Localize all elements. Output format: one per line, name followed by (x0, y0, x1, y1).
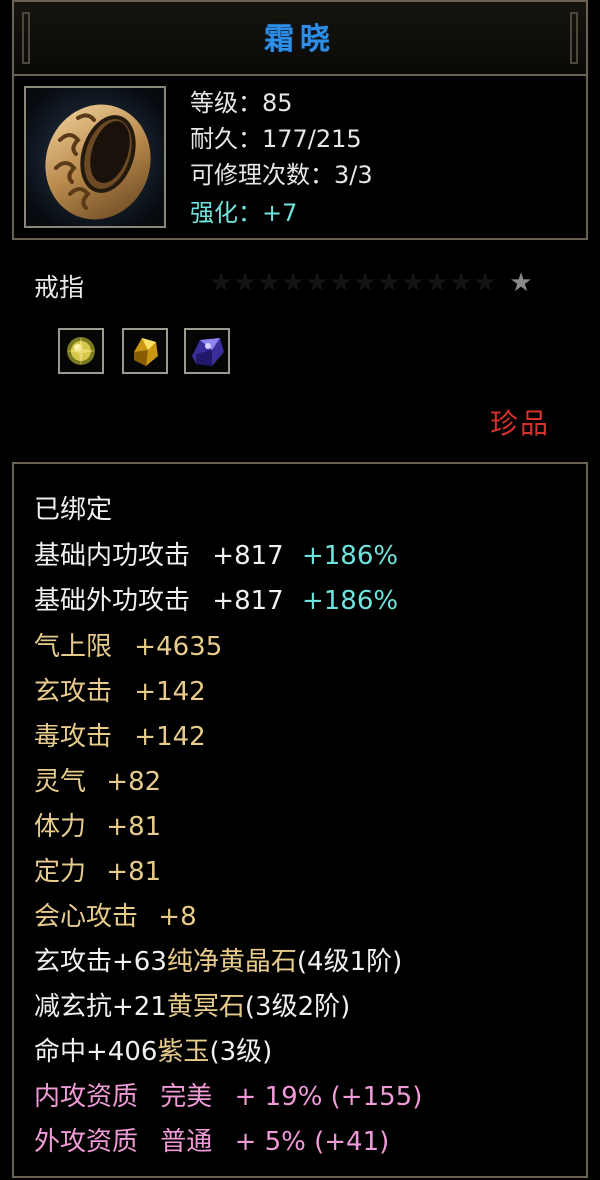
quality-label: 外攻资质 (34, 1127, 139, 1157)
star-icon: ★ (305, 268, 329, 298)
quality-bonus: + 19% (+155) (234, 1082, 423, 1112)
gem-effect-3: 命中+406紫玉(3级) (34, 1032, 272, 1072)
attr-label: 气上限 (34, 632, 113, 662)
item-level: 等级：85 (190, 89, 293, 117)
item-name: 霜晓 (264, 22, 336, 57)
star-icon: ★ (257, 268, 281, 298)
star-icon: ★ (209, 268, 233, 298)
ring-icon (26, 88, 164, 226)
attr-label: 玄攻击 (34, 677, 113, 707)
attr-percent: +186% (301, 541, 399, 571)
gem-level: (4级1阶) (296, 947, 403, 977)
attr-label: 会心攻击 (34, 902, 139, 932)
gem-effect: 玄攻击+63 (34, 947, 167, 977)
attr-value: +142 (134, 722, 206, 752)
attr-base-inner-attack: 基础内功攻击 +817 +186% (34, 536, 398, 576)
purple-gem-icon (192, 338, 224, 366)
star-icon: ★ (425, 268, 449, 298)
gem-effect: 减玄抗+21 (34, 992, 167, 1022)
attr-base-outer-attack: 基础外功攻击 +817 +186% (34, 581, 398, 621)
quality-grade: 普通 (160, 1127, 213, 1157)
gem-slot-1[interactable] (58, 328, 104, 374)
star-icon: ★ (449, 268, 473, 298)
gem-effect-1: 玄攻击+63纯净黄晶石(4级1阶) (34, 942, 402, 982)
attr-value: +81 (106, 857, 162, 887)
star-icon: ★ (473, 268, 497, 298)
item-durability: 耐久：177/215 (190, 125, 362, 153)
attr-label: 体力 (34, 812, 87, 842)
attr-poison-attack: 毒攻击 +142 (34, 717, 206, 757)
gem-name: 黄冥石 (166, 992, 245, 1022)
attr-value: +817 (212, 541, 284, 571)
star-icon-active: ★ (509, 268, 533, 298)
gem-effect: 命中+406 (34, 1037, 158, 1067)
attr-value: +142 (134, 677, 206, 707)
gem-slot-2[interactable] (122, 328, 168, 374)
gem-level: (3级) (209, 1037, 273, 1067)
attr-value: +4635 (134, 632, 223, 662)
inner-attack-quality: 内攻资质 完美 + 19% (+155) (34, 1077, 422, 1117)
gem-slot-3[interactable] (184, 328, 230, 374)
yellow-gem-round-icon (67, 337, 95, 365)
quality-bonus: + 5% (+41) (234, 1127, 390, 1157)
attr-value: +81 (106, 812, 162, 842)
star-icon: ★ (233, 268, 257, 298)
quality-label: 内攻资质 (34, 1082, 139, 1112)
item-category: 戒指 (34, 273, 85, 302)
attr-crit-attack: 会心攻击 +8 (34, 897, 197, 937)
gem-effect-2: 减玄抗+21黄冥石(3级2阶) (34, 987, 350, 1027)
attr-value: +817 (212, 586, 284, 616)
attr-spirit: 灵气 +82 (34, 762, 161, 802)
attr-qi-limit: 气上限 +4635 (34, 627, 222, 667)
gem-name: 紫玉 (157, 1037, 210, 1067)
attr-focus: 定力 +81 (34, 852, 161, 892)
attr-xuan-attack: 玄攻击 +142 (34, 672, 206, 712)
gem-level: (3级2阶) (244, 992, 351, 1022)
star-icon: ★ (377, 268, 401, 298)
outer-attack-quality: 外攻资质 普通 + 5% (+41) (34, 1122, 389, 1162)
item-enhance: 强化：+7 (190, 199, 298, 227)
gem-name: 纯净黄晶石 (166, 947, 297, 977)
attr-label: 灵气 (34, 767, 87, 797)
star-icon: ★ (353, 268, 377, 298)
bound-status: 已绑定 (34, 495, 113, 525)
star-icon: ★ (281, 268, 305, 298)
attr-percent: +186% (301, 586, 399, 616)
quality-grade: 完美 (160, 1082, 213, 1112)
attr-label: 基础内功攻击 (34, 541, 191, 571)
item-repair-count: 可修理次数：3/3 (190, 161, 373, 189)
attr-value: +82 (106, 767, 162, 797)
star-icon: ★ (329, 268, 353, 298)
item-title-bar: 霜晓 (12, 0, 588, 76)
item-icon-slot[interactable] (24, 86, 166, 228)
attr-label: 基础外功攻击 (34, 586, 191, 616)
star-icon: ★ (401, 268, 425, 298)
attr-label: 定力 (34, 857, 87, 887)
attr-value: +8 (158, 902, 197, 932)
attr-label: 毒攻击 (34, 722, 113, 752)
yellow-gem-crystal-icon (134, 338, 158, 366)
attr-stamina: 体力 +81 (34, 807, 161, 847)
item-rarity: 珍品 (490, 407, 551, 440)
